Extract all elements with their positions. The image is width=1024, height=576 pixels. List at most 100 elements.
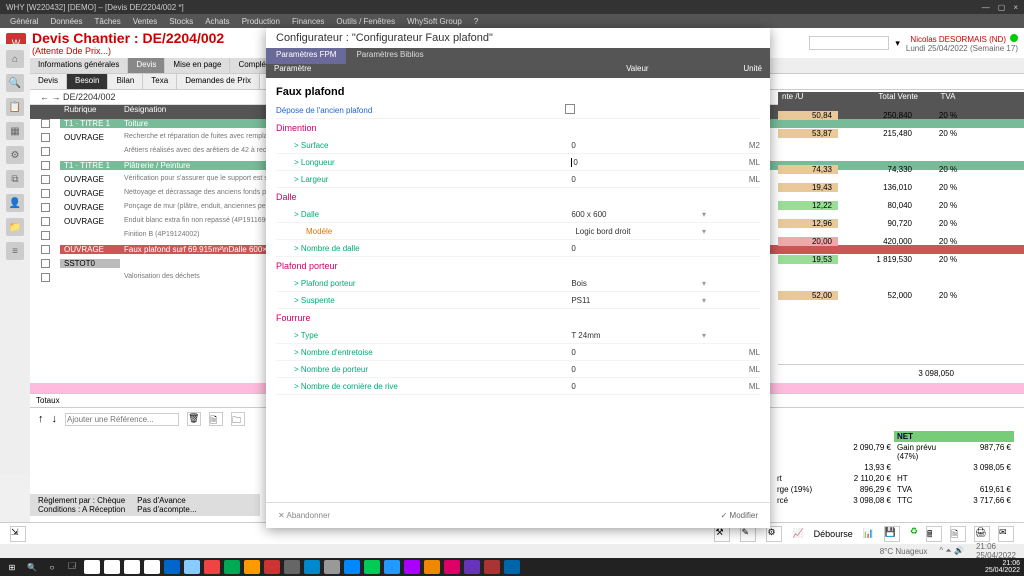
- param-row[interactable]: > Largeur0ML: [276, 171, 760, 188]
- copy-icon[interactable]: ⧉: [6, 170, 24, 188]
- chart-icon[interactable]: 📈: [792, 528, 803, 539]
- row-checkbox[interactable]: [41, 189, 50, 198]
- depose-checkbox[interactable]: [565, 104, 575, 114]
- taskbar-item-1[interactable]: 🔍: [24, 560, 40, 574]
- taskbar-item-5[interactable]: [104, 560, 120, 574]
- param-row[interactable]: > SuspentePS11: [276, 292, 760, 309]
- arrow-down-icon[interactable]: ↓: [52, 413, 58, 425]
- taskbar-item-11[interactable]: [224, 560, 240, 574]
- grid-icon[interactable]: ▦: [6, 122, 24, 140]
- taskbar-item-6[interactable]: [124, 560, 140, 574]
- delete-icon[interactable]: 🗑: [187, 412, 201, 426]
- menu-whysoft group[interactable]: WhySoft Group: [407, 17, 462, 26]
- menu-production[interactable]: Production: [242, 17, 280, 26]
- taskbar-item-19[interactable]: [384, 560, 400, 574]
- header-search-input[interactable]: [809, 36, 889, 50]
- close-icon[interactable]: ×: [1013, 3, 1018, 12]
- subtab-2[interactable]: Bilan: [108, 74, 143, 89]
- taskbar-item-9[interactable]: [184, 560, 200, 574]
- menu-données[interactable]: Données: [50, 17, 82, 26]
- arrow-up-icon[interactable]: ↑: [38, 413, 44, 425]
- param-row[interactable]: > Plafond porteurBois: [276, 275, 760, 292]
- user-icon[interactable]: 👤: [6, 194, 24, 212]
- row-checkbox[interactable]: [41, 217, 50, 226]
- export-icon[interactable]: ⇲: [10, 526, 26, 542]
- taskbar-item-25[interactable]: [504, 560, 520, 574]
- menu-achats[interactable]: Achats: [205, 17, 229, 26]
- archive-icon[interactable]: 🗀: [231, 412, 245, 426]
- taskbar-clock[interactable]: 21:0625/04/2022: [985, 560, 1020, 574]
- note-icon[interactable]: 🗎: [209, 412, 223, 426]
- taskbar-item-24[interactable]: [484, 560, 500, 574]
- print-icon[interactable]: 🖨: [974, 526, 990, 542]
- param-row[interactable]: > Nombre de porteur0ML: [276, 361, 760, 378]
- mail-icon[interactable]: ✉: [998, 526, 1014, 542]
- tab-0[interactable]: Informations générales: [30, 58, 128, 73]
- header-dropdown-icon[interactable]: ▾: [895, 38, 900, 49]
- taskbar-item-18[interactable]: [364, 560, 380, 574]
- menu-ventes[interactable]: Ventes: [133, 17, 157, 26]
- gear-icon[interactable]: ⚙: [6, 146, 24, 164]
- row-checkbox[interactable]: [41, 245, 50, 254]
- row-checkbox[interactable]: [41, 147, 50, 156]
- row-checkbox[interactable]: [41, 175, 50, 184]
- taskbar-item-13[interactable]: [264, 560, 280, 574]
- taskbar-item-16[interactable]: [324, 560, 340, 574]
- home-icon[interactable]: ⌂: [6, 50, 24, 68]
- recycle-icon[interactable]: ♻: [910, 526, 918, 542]
- menu-outils / fenêtres[interactable]: Outils / Fenêtres: [336, 17, 395, 26]
- taskbar-item-14[interactable]: [284, 560, 300, 574]
- menu-tâches[interactable]: Tâches: [95, 17, 121, 26]
- ok-button[interactable]: ✓ Modifier: [721, 511, 758, 520]
- cancel-button[interactable]: ✕ Abandonner: [278, 511, 330, 520]
- menu-stocks[interactable]: Stocks: [169, 17, 193, 26]
- subtab-1[interactable]: Besoin: [67, 74, 108, 89]
- row-checkbox[interactable]: [41, 273, 50, 282]
- taskbar-item-0[interactable]: ⊞: [4, 560, 20, 574]
- param-row[interactable]: > Dalle600 x 600: [276, 206, 760, 223]
- taskbar-item-15[interactable]: [304, 560, 320, 574]
- save-icon[interactable]: 💾: [884, 526, 900, 542]
- param-row[interactable]: ModèleLogic bord droit: [276, 223, 760, 240]
- menu-finances[interactable]: Finances: [292, 17, 324, 26]
- modal-tab-0[interactable]: Paramètres FPM: [266, 48, 346, 64]
- param-row[interactable]: > Surface0M2: [276, 137, 760, 154]
- taskbar-item-4[interactable]: [84, 560, 100, 574]
- taskbar-item-8[interactable]: [164, 560, 180, 574]
- tab-2[interactable]: Mise en page: [165, 58, 230, 73]
- list-icon[interactable]: ≡: [6, 242, 24, 260]
- param-row[interactable]: > Nombre d'entretoise0ML: [276, 344, 760, 361]
- param-row[interactable]: > TypeT 24mm: [276, 327, 760, 344]
- taskbar-item-12[interactable]: [244, 560, 260, 574]
- doc-icon[interactable]: 🗎: [950, 526, 966, 542]
- modal-body[interactable]: Faux plafondDépose de l'ancien plafondDi…: [266, 78, 770, 502]
- param-row[interactable]: > Nombre de dalle0: [276, 240, 760, 257]
- menu-?[interactable]: ?: [474, 17, 478, 26]
- taskbar-item-7[interactable]: [144, 560, 160, 574]
- search-icon[interactable]: 🔍: [6, 74, 24, 92]
- taskbar-item-10[interactable]: [204, 560, 220, 574]
- taskbar-item-17[interactable]: [344, 560, 360, 574]
- taskbar-item-20[interactable]: [404, 560, 420, 574]
- row-checkbox[interactable]: [41, 133, 50, 142]
- taskbar-item-3[interactable]: 🗔: [64, 560, 80, 574]
- row-checkbox[interactable]: [41, 231, 50, 240]
- clipboard-icon[interactable]: 📋: [6, 98, 24, 116]
- param-row[interactable]: > Nombre de cornière de rive0ML: [276, 378, 760, 395]
- taskbar-item-2[interactable]: ○: [44, 560, 60, 574]
- tab-1[interactable]: Devis: [128, 58, 165, 73]
- maximize-icon[interactable]: ▢: [998, 3, 1006, 12]
- row-checkbox[interactable]: [41, 259, 50, 268]
- chart2-icon[interactable]: 📊: [863, 528, 874, 539]
- reference-input[interactable]: [65, 413, 179, 426]
- modal-tab-1[interactable]: Paramètres Biblios: [346, 48, 433, 64]
- folder-icon[interactable]: 📁: [6, 218, 24, 236]
- subtab-4[interactable]: Demandes de Prix: [177, 74, 260, 89]
- minimize-icon[interactable]: —: [982, 3, 990, 12]
- menu-général[interactable]: Général: [10, 17, 38, 26]
- row-checkbox[interactable]: [41, 203, 50, 212]
- taskbar-item-21[interactable]: [424, 560, 440, 574]
- subtab-3[interactable]: Texa: [143, 74, 177, 89]
- subtab-0[interactable]: Devis: [30, 74, 67, 89]
- param-row[interactable]: > Longueur0ML: [276, 154, 760, 171]
